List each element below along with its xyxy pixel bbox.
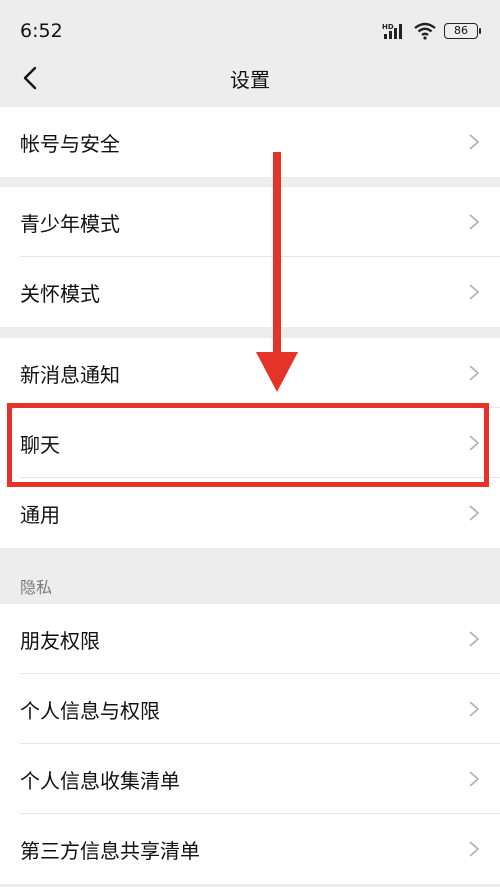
settings-item-label: 关怀模式 [20,281,100,306]
settings-item-friend-permissions[interactable]: 朋友权限 [0,604,500,674]
chevron-right-icon [469,435,480,451]
section-label-privacy: 隐私 [20,578,53,597]
chevron-right-icon [469,701,480,717]
chevron-right-icon [469,631,480,647]
settings-item-label: 第三方信息共享清单 [20,838,200,863]
settings-group-general: 新消息通知 聊天 通用 [0,338,500,548]
settings-group-modes: 青少年模式 关怀模式 [0,187,500,327]
settings-item-third-party-sharing[interactable]: 第三方信息共享清单 [0,814,500,884]
settings-item-label: 聊天 [20,432,60,457]
settings-item-label: 帐号与安全 [20,131,120,156]
settings-item-account-security[interactable]: 帐号与安全 [0,107,500,177]
chevron-right-icon [469,365,480,381]
chevron-right-icon [469,841,480,857]
settings-item-label: 新消息通知 [20,362,120,387]
settings-item-label: 青少年模式 [20,211,120,236]
status-bar: 6:52 HD 86 [0,0,500,60]
battery-indicator: 86 [444,23,481,39]
status-time: 6:52 [20,20,63,42]
chevron-right-icon [469,771,480,787]
settings-item-personal-info-permissions[interactable]: 个人信息与权限 [0,674,500,744]
signal-hd-label: HD [382,23,394,31]
status-icons: HD 86 [382,20,481,42]
chevron-right-icon [469,134,480,150]
settings-item-personal-info-collection[interactable]: 个人信息收集清单 [0,744,500,814]
settings-item-general[interactable]: 通用 [0,478,500,548]
settings-item-label: 个人信息与权限 [20,698,160,723]
settings-item-chat[interactable]: 聊天 [0,408,500,478]
settings-item-label: 朋友权限 [20,628,100,653]
cellular-signal-icon: HD [382,23,402,39]
wifi-icon [414,22,436,40]
settings-item-teen-mode[interactable]: 青少年模式 [0,187,500,257]
settings-item-label: 通用 [20,502,60,527]
settings-item-care-mode[interactable]: 关怀模式 [0,257,500,327]
chevron-right-icon [469,284,480,300]
nav-bar: 设置 [0,56,500,106]
settings-group-privacy: 朋友权限 个人信息与权限 个人信息收集清单 第三方信息共享清单 [0,604,500,884]
settings-group-account: 帐号与安全 [0,107,500,177]
settings-item-label: 个人信息收集清单 [20,768,180,793]
chevron-right-icon [469,505,480,521]
page-title: 设置 [230,68,270,92]
settings-item-new-message-notify[interactable]: 新消息通知 [0,338,500,408]
chevron-right-icon [469,214,480,230]
